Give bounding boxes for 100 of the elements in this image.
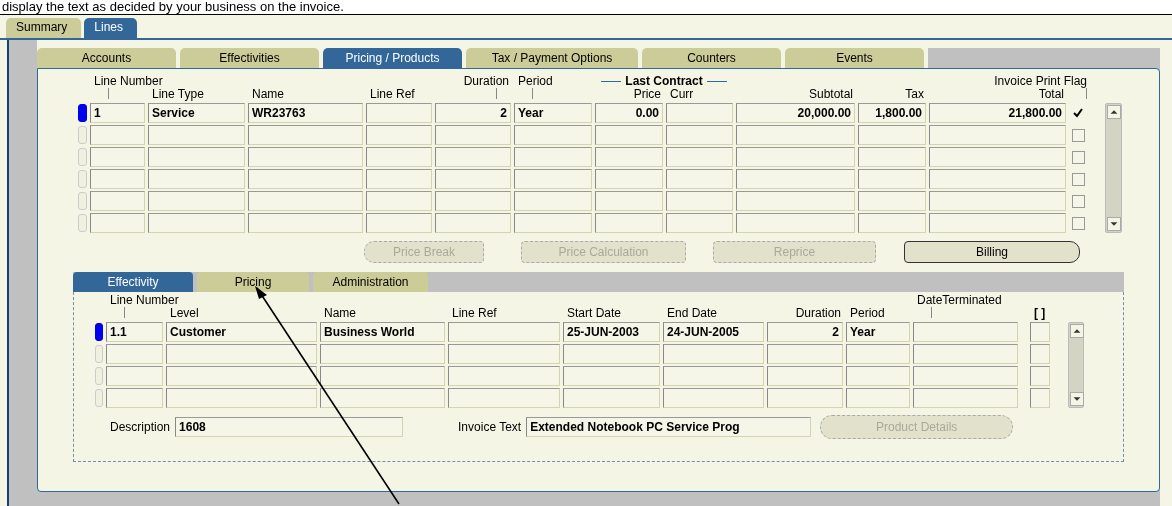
table-cell[interactable] — [448, 366, 560, 386]
table-cell[interactable] — [913, 366, 1018, 386]
table-cell[interactable] — [736, 213, 855, 233]
table-cell[interactable] — [366, 213, 432, 233]
table-cell[interactable] — [435, 125, 511, 145]
table-cell[interactable]: 25-JUN-2003 — [563, 322, 660, 342]
table-cell[interactable] — [90, 125, 145, 145]
table-cell[interactable] — [320, 388, 445, 408]
table-cell[interactable] — [595, 191, 663, 211]
table-cell[interactable] — [666, 169, 733, 189]
scroll-up-icon[interactable] — [1107, 105, 1121, 119]
table-cell[interactable] — [666, 191, 733, 211]
window-tab[interactable]: Summary — [6, 18, 82, 38]
table-cell[interactable] — [514, 147, 592, 167]
table-cell[interactable] — [929, 147, 1066, 167]
table-cell[interactable] — [1030, 322, 1050, 342]
table-cell[interactable] — [248, 213, 363, 233]
table-cell[interactable] — [663, 388, 764, 408]
table-cell[interactable] — [595, 125, 663, 145]
table-cell[interactable] — [366, 147, 432, 167]
table-cell[interactable] — [913, 322, 1018, 342]
table-cell[interactable] — [320, 344, 445, 364]
table-cell[interactable] — [166, 344, 317, 364]
checkbox[interactable] — [1071, 216, 1085, 230]
scrollbar[interactable] — [1068, 322, 1084, 408]
table-cell[interactable]: Business World — [320, 322, 445, 342]
table-cell[interactable] — [366, 169, 432, 189]
description-field[interactable]: 1608 — [175, 417, 404, 437]
table-cell[interactable] — [666, 125, 733, 145]
table-cell[interactable]: Year — [514, 103, 592, 123]
table-cell[interactable] — [858, 169, 926, 189]
table-cell[interactable] — [666, 103, 733, 123]
table-cell[interactable] — [666, 213, 733, 233]
table-cell[interactable] — [767, 388, 843, 408]
section-tab[interactable]: Events — [785, 48, 924, 68]
table-cell[interactable] — [846, 344, 910, 364]
detail-tab[interactable]: Effectivity — [73, 272, 193, 292]
table-cell[interactable] — [106, 344, 163, 364]
table-cell[interactable] — [595, 147, 663, 167]
invoice-text-field[interactable]: Extended Notebook PC Service Prog — [526, 417, 812, 437]
table-cell[interactable] — [514, 191, 592, 211]
table-cell[interactable] — [248, 125, 363, 145]
table-cell[interactable] — [366, 103, 432, 123]
checkbox[interactable] — [1071, 194, 1085, 208]
table-cell[interactable] — [858, 125, 926, 145]
table-cell[interactable]: Year — [846, 322, 910, 342]
table-cell[interactable]: 2 — [767, 322, 843, 342]
table-cell[interactable]: Service — [148, 103, 245, 123]
table-cell[interactable] — [913, 344, 1018, 364]
table-cell[interactable] — [148, 169, 245, 189]
table-cell[interactable]: 1 — [90, 103, 145, 123]
checkbox[interactable] — [1071, 106, 1085, 120]
table-cell[interactable] — [913, 388, 1018, 408]
table-cell[interactable] — [435, 169, 511, 189]
table-cell[interactable] — [148, 147, 245, 167]
table-cell[interactable] — [767, 366, 843, 386]
table-cell[interactable] — [846, 388, 910, 408]
table-cell[interactable] — [435, 147, 511, 167]
table-cell[interactable] — [514, 125, 592, 145]
table-cell[interactable] — [435, 191, 511, 211]
scroll-up-icon[interactable] — [1070, 324, 1084, 338]
table-cell[interactable]: 1,800.00 — [858, 103, 926, 123]
row-marker[interactable] — [95, 323, 103, 341]
table-cell[interactable] — [846, 366, 910, 386]
table-cell[interactable] — [448, 322, 560, 342]
table-cell[interactable] — [858, 147, 926, 167]
action-button[interactable]: Billing — [904, 241, 1080, 263]
table-cell[interactable]: 0.00 — [595, 103, 663, 123]
table-cell[interactable] — [563, 366, 660, 386]
table-cell[interactable] — [435, 213, 511, 233]
section-tab[interactable]: Tax / Payment Options — [466, 48, 638, 68]
table-cell[interactable] — [858, 213, 926, 233]
table-cell[interactable] — [448, 344, 560, 364]
checkbox[interactable] — [1071, 150, 1085, 164]
detail-tab[interactable]: Pricing — [197, 272, 309, 292]
row-marker[interactable] — [78, 104, 87, 122]
table-cell[interactable] — [929, 213, 1066, 233]
table-cell[interactable] — [595, 213, 663, 233]
table-cell[interactable] — [248, 169, 363, 189]
table-cell[interactable]: 24-JUN-2005 — [663, 322, 764, 342]
scroll-down-icon[interactable] — [1070, 392, 1084, 406]
table-cell[interactable] — [448, 388, 560, 408]
table-cell[interactable] — [929, 169, 1066, 189]
table-cell[interactable] — [366, 191, 432, 211]
window-tab[interactable]: Lines — [84, 18, 138, 38]
table-cell[interactable] — [366, 125, 432, 145]
table-cell[interactable] — [148, 125, 245, 145]
table-cell[interactable] — [106, 388, 163, 408]
table-cell[interactable] — [663, 344, 764, 364]
table-cell[interactable] — [90, 169, 145, 189]
section-tab[interactable]: Accounts — [37, 48, 176, 68]
table-cell[interactable] — [90, 147, 145, 167]
table-cell[interactable] — [929, 191, 1066, 211]
scroll-down-icon[interactable] — [1107, 217, 1121, 231]
table-cell[interactable]: 21,800.00 — [929, 103, 1066, 123]
checkbox[interactable] — [1071, 172, 1085, 186]
table-cell[interactable] — [736, 169, 855, 189]
table-cell[interactable] — [1030, 344, 1050, 364]
table-cell[interactable]: 2 — [435, 103, 511, 123]
table-cell[interactable] — [563, 388, 660, 408]
